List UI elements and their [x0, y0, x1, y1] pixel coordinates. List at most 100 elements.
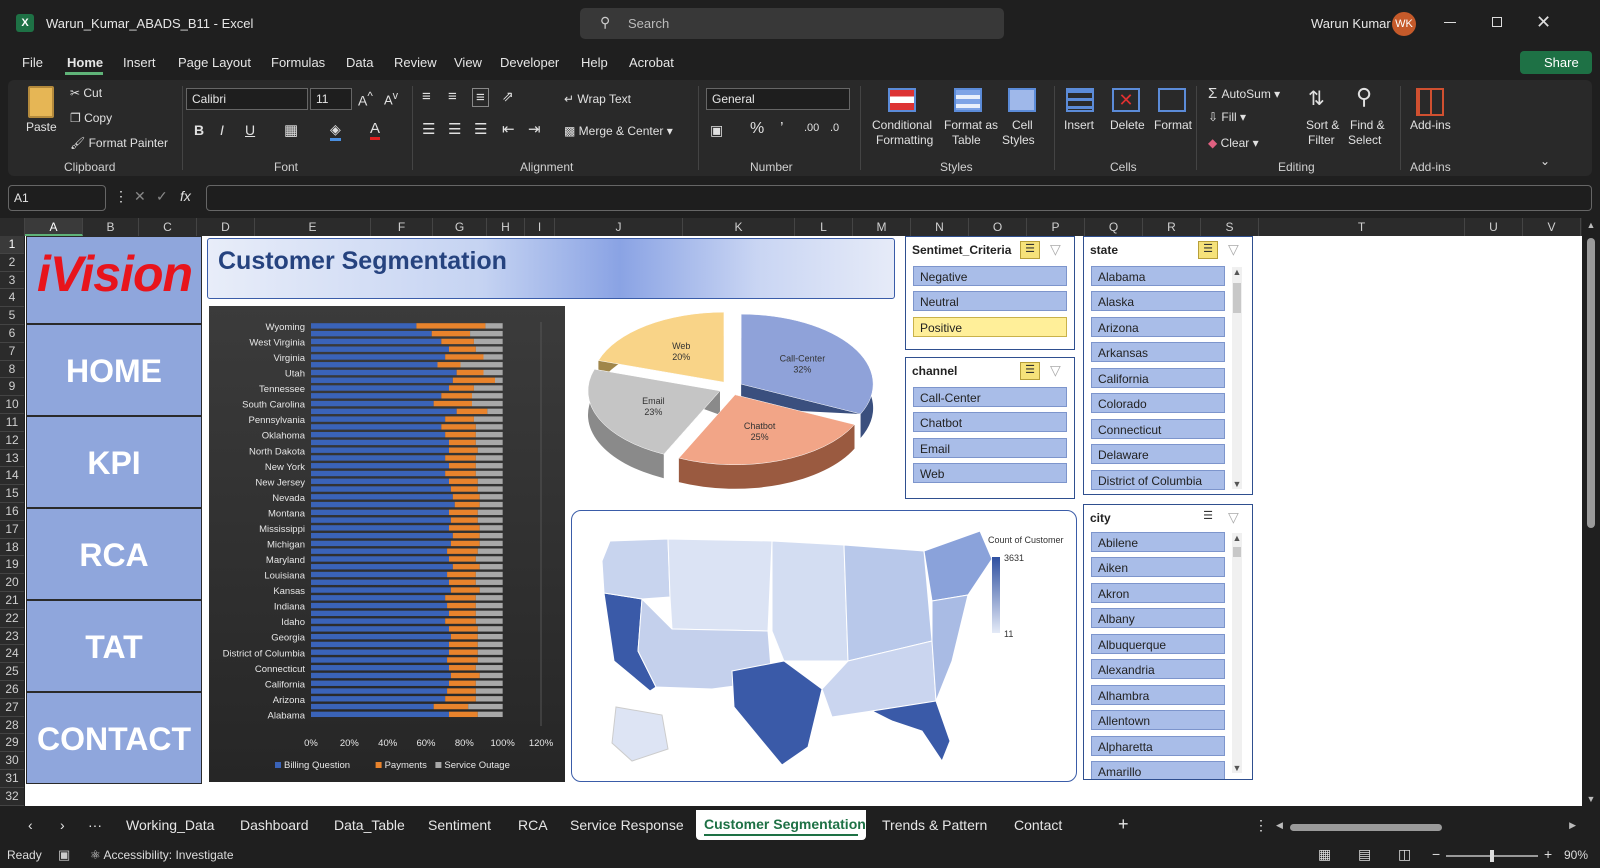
- row-header[interactable]: 2: [0, 254, 24, 272]
- more-sheets-icon[interactable]: ···: [88, 817, 102, 833]
- prev-sheet-icon[interactable]: ‹: [28, 817, 33, 833]
- column-header[interactable]: P: [1027, 218, 1085, 236]
- insert-cells-icon[interactable]: [1066, 88, 1094, 112]
- name-box[interactable]: A1: [8, 185, 106, 211]
- scroll-down-icon[interactable]: ▼: [1232, 763, 1242, 773]
- column-header[interactable]: F: [371, 218, 433, 236]
- grow-font-icon[interactable]: A^: [358, 90, 373, 109]
- conditional-formatting-button[interactable]: Conditional: [872, 118, 932, 132]
- channel-slicer[interactable]: channel ☰ ▽ Call-Center Chatbot Email We…: [905, 357, 1075, 499]
- column-header[interactable]: O: [969, 218, 1027, 236]
- zoom-slider-thumb[interactable]: [1490, 850, 1494, 862]
- bold-icon[interactable]: B: [194, 122, 204, 138]
- column-header[interactable]: G: [433, 218, 487, 236]
- slicer-item[interactable]: Arkansas: [1091, 342, 1225, 362]
- next-sheet-icon[interactable]: ›: [60, 817, 65, 833]
- cut-button[interactable]: ✂ Cut: [70, 86, 102, 100]
- tab-sentiment[interactable]: Sentiment: [428, 817, 491, 833]
- row-header[interactable]: 29: [0, 734, 24, 753]
- font-color-icon[interactable]: A: [370, 120, 381, 140]
- scroll-up-icon[interactable]: ▲: [1232, 533, 1242, 543]
- column-header[interactable]: N: [911, 218, 969, 236]
- collapse-ribbon-icon[interactable]: ⌄: [1540, 154, 1550, 168]
- slicer-item[interactable]: Connecticut: [1091, 419, 1225, 439]
- scroll-thumb[interactable]: [1233, 547, 1241, 557]
- align-right-icon[interactable]: ☰: [474, 120, 487, 138]
- increase-indent-icon[interactable]: ⇥: [528, 120, 541, 138]
- slicer-item[interactable]: Albuquerque: [1091, 634, 1225, 654]
- tab-trends-pattern[interactable]: Trends & Pattern: [882, 817, 987, 833]
- insert-function-icon[interactable]: fx: [180, 188, 191, 204]
- find-select-icon[interactable]: ⚲: [1356, 84, 1372, 110]
- scroll-thumb[interactable]: [1290, 824, 1442, 831]
- scroll-thumb[interactable]: [1233, 283, 1241, 313]
- scroll-down-icon[interactable]: ▼: [1232, 479, 1242, 489]
- percent-icon[interactable]: %: [750, 120, 764, 138]
- slicer-item[interactable]: California: [1091, 368, 1225, 388]
- row-header[interactable]: 4: [0, 289, 24, 308]
- fill-color-icon[interactable]: ◈: [330, 121, 341, 141]
- clear-filter-icon[interactable]: ▽: [1228, 509, 1239, 526]
- row-header[interactable]: 27: [0, 699, 24, 717]
- menu-developer[interactable]: Developer: [500, 55, 559, 70]
- sentiment-slicer[interactable]: Sentimet_Criteria ☰ ▽ Negative Neutral P…: [905, 236, 1075, 350]
- number-format-select[interactable]: General: [706, 88, 850, 110]
- menu-view[interactable]: View: [454, 55, 482, 70]
- merge-center-button[interactable]: ▩ Merge & Center ▾: [564, 124, 673, 138]
- menu-page-layout[interactable]: Page Layout: [178, 55, 251, 70]
- borders-icon[interactable]: ▦: [284, 121, 298, 139]
- us-map-chart[interactable]: Count of Customer 3631 11: [571, 510, 1077, 782]
- row-header[interactable]: 12: [0, 432, 24, 450]
- slicer-item[interactable]: Alexandria: [1091, 659, 1225, 679]
- row-header[interactable]: 7: [0, 343, 24, 361]
- column-header[interactable]: V: [1523, 218, 1581, 236]
- find-select-sub[interactable]: Select: [1348, 133, 1381, 147]
- column-header[interactable]: R: [1143, 218, 1201, 236]
- menu-help[interactable]: Help: [581, 55, 608, 70]
- row-header[interactable]: 15: [0, 485, 24, 503]
- stacked-bar-chart[interactable]: Wyoming West Virginia Virginia Utah Tennesse…: [209, 306, 565, 782]
- zoom-in-icon[interactable]: +: [1544, 846, 1552, 862]
- slicer-item[interactable]: Email: [913, 438, 1067, 458]
- row-header[interactable]: 10: [0, 396, 24, 414]
- cell-styles-sub[interactable]: Styles: [1002, 133, 1035, 147]
- clear-button[interactable]: ◆ Clear ▾: [1208, 136, 1259, 150]
- accessibility-status[interactable]: ⚛ Accessibility: Investigate: [90, 848, 234, 862]
- slicer-item[interactable]: Amarillo: [1091, 761, 1225, 779]
- multi-select-icon[interactable]: ☰: [1198, 241, 1218, 259]
- paste-button[interactable]: Paste: [26, 120, 57, 134]
- shrink-font-icon[interactable]: Av: [384, 90, 398, 107]
- sort-filter-sub[interactable]: Filter: [1308, 133, 1335, 147]
- row-header[interactable]: 21: [0, 592, 24, 610]
- accounting-icon[interactable]: ▣: [710, 122, 723, 139]
- format-painter-button[interactable]: 🖌 Format Painter: [70, 136, 168, 150]
- conditional-formatting-icon[interactable]: [888, 88, 916, 112]
- slicer-item[interactable]: Abilene: [1091, 532, 1225, 552]
- slicer-item-selected[interactable]: Positive: [913, 317, 1067, 337]
- avatar[interactable]: WK: [1392, 12, 1416, 36]
- sort-filter-button[interactable]: Sort &: [1306, 118, 1339, 132]
- slicer-item[interactable]: Alhambra: [1091, 685, 1225, 705]
- row-header[interactable]: 28: [0, 717, 24, 735]
- format-cells-icon[interactable]: [1158, 88, 1186, 112]
- align-top-icon[interactable]: ≡: [422, 88, 431, 105]
- align-middle-icon[interactable]: ≡: [448, 88, 457, 105]
- menu-formulas[interactable]: Formulas: [271, 55, 325, 70]
- row-header[interactable]: 14: [0, 467, 24, 486]
- nav-home-button[interactable]: HOME: [26, 324, 202, 416]
- slicer-item[interactable]: Aiken: [1091, 557, 1225, 577]
- nav-tat-button[interactable]: TAT: [26, 600, 202, 692]
- row-header[interactable]: 19: [0, 556, 24, 575]
- multi-select-icon[interactable]: ☰: [1020, 241, 1040, 259]
- macro-icon[interactable]: ▣: [58, 847, 70, 863]
- slicer-item[interactable]: District of Columbia: [1091, 470, 1225, 490]
- column-header[interactable]: B: [83, 218, 139, 236]
- slicer-item[interactable]: Allentown: [1091, 710, 1225, 730]
- tab-contact[interactable]: Contact: [1014, 817, 1062, 833]
- horizontal-scrollbar[interactable]: ◀ ▶: [1276, 820, 1576, 832]
- tab-working-data[interactable]: Working_Data: [126, 817, 214, 833]
- column-header[interactable]: I: [525, 218, 555, 236]
- row-header[interactable]: 20: [0, 574, 24, 592]
- add-ins-icon[interactable]: [1416, 88, 1444, 116]
- tab-rca[interactable]: RCA: [518, 817, 548, 833]
